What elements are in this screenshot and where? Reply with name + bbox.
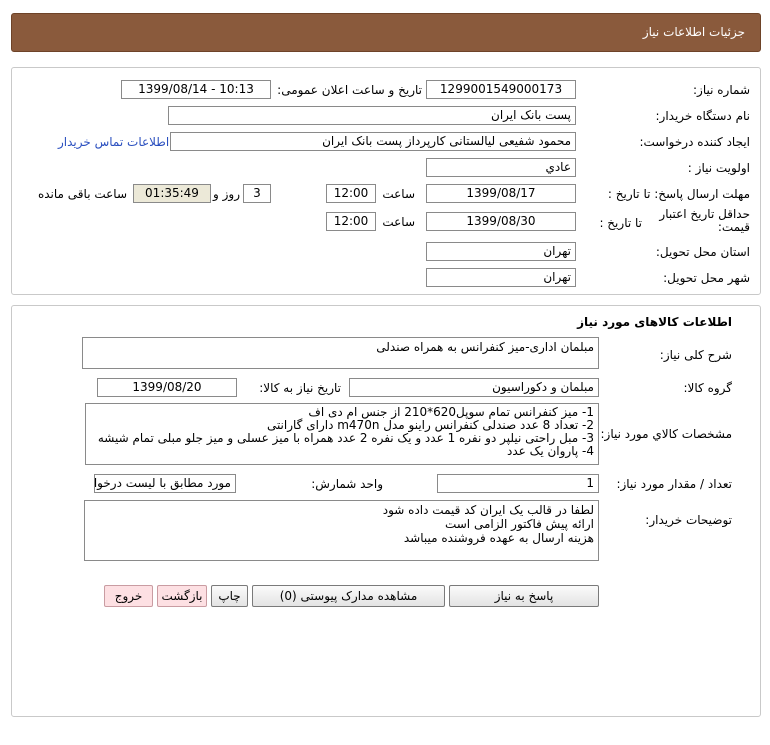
need-date-label: تاریخ نیاز به کالا: [259,381,341,395]
announce-field: 1399/08/14 - 10:13 [121,80,271,99]
desc-field: مبلمان اداری-میز کنفرانس به همراه صندلی [82,337,599,369]
validity-label-text: حداقل تاریخ اعتبار قیمت: [659,207,750,234]
need-date-field: 1399/08/20 [97,378,237,397]
group-field: مبلمان و دکوراسیون [349,378,599,397]
reply-button[interactable]: پاسخ به نیاز [449,585,599,607]
contact-buyer-link-text: اطلاعات تماس خریدار [58,135,170,149]
desc-label: شرح کلی نیاز: [659,348,732,362]
remaining-time-field: 01:35:49 [133,184,211,203]
validity-label: حداقل تاریخ اعتبار قیمت: [655,208,750,234]
exit-button[interactable]: خروج [104,585,153,607]
deadline-time-field: 12:00 [326,184,376,203]
page-header: جزئیات اطلاعات نیاز [11,13,761,52]
remaining-label: ساعت باقی مانده [37,187,127,201]
deadline-time-label: ساعت [382,187,415,201]
city-label: شهر محل تحویل: [663,271,750,285]
buyer-note-line: لطفا در قالب یک ایران کد قیمت داده شود [382,503,594,517]
contact-buyer-link[interactable]: اطلاعات تماس خریدار [58,135,169,149]
deadline-label: مهلت ارسال پاسخ: تا تاریخ : [607,187,750,201]
need-number-field: 1299001549000173 [426,80,576,99]
buyer-note-line: ارائه پیش فاکتور الزامی است [444,517,594,531]
unit-label: واحد شمارش: [311,477,383,491]
need-info-panel [11,67,761,295]
buyer-org-label: نام دستگاه خریدار: [655,109,751,123]
buyer-org-field: پست بانک ایران [168,106,576,125]
validity-to-label: تا تاریخ : [599,216,642,230]
validity-time-label: ساعت [382,215,415,229]
days-label: روز و [213,187,240,201]
specs-field: 1- میز کنفرانس تمام سوپل620*210 از جنس ا… [85,403,599,465]
qty-label: تعداد / مقدار مورد نیاز: [616,477,732,491]
priority-label: اولویت نیاز : [687,161,750,175]
city-field: تهران [426,268,576,287]
unit-field: مورد مطابق با لیست درخواست [94,474,236,493]
print-button[interactable]: چاپ [211,585,248,607]
buyer-notes-field: لطفا در قالب یک ایران کد قیمت داده شود ا… [84,500,599,561]
group-label: گروه کالا: [683,381,733,395]
announce-label: تاریخ و ساعت اعلان عمومی: [277,83,422,97]
province-field: تهران [426,242,576,261]
back-button[interactable]: بازگشت [157,585,207,607]
need-number-label: شماره نیاز: [693,83,750,97]
desc-text: مبلمان اداری-میز کنفرانس به همراه صندلی [376,340,594,354]
days-field: 3 [243,184,271,203]
goods-section-title: اطلاعات کالاهای مورد نیاز [577,315,732,329]
buyer-note-line: هزینه ارسال به عهده فروشنده میباشد [403,531,594,545]
validity-date-field: 1399/08/30 [426,212,576,231]
page-title: جزئیات اطلاعات نیاز [642,25,745,39]
creator-label: ایجاد کننده درخواست: [639,135,750,149]
province-label: استان محل تحویل: [655,245,750,259]
qty-field: 1 [437,474,599,493]
specs-label: مشخصات کالاي مورد نياز: [600,427,732,441]
creator-field: محمود شفیعی لیالستانی کارپرداز پست بانک … [170,132,576,151]
buyer-notes-label: توضیحات خریدار: [645,513,732,527]
priority-field: عادي [426,158,576,177]
deadline-date-field: 1399/08/17 [426,184,576,203]
spec-line: 4- پاروان یک عدد [506,444,594,458]
validity-time-field: 12:00 [326,212,376,231]
attachments-button[interactable]: مشاهده مدارک پیوستی (0) [252,585,445,607]
